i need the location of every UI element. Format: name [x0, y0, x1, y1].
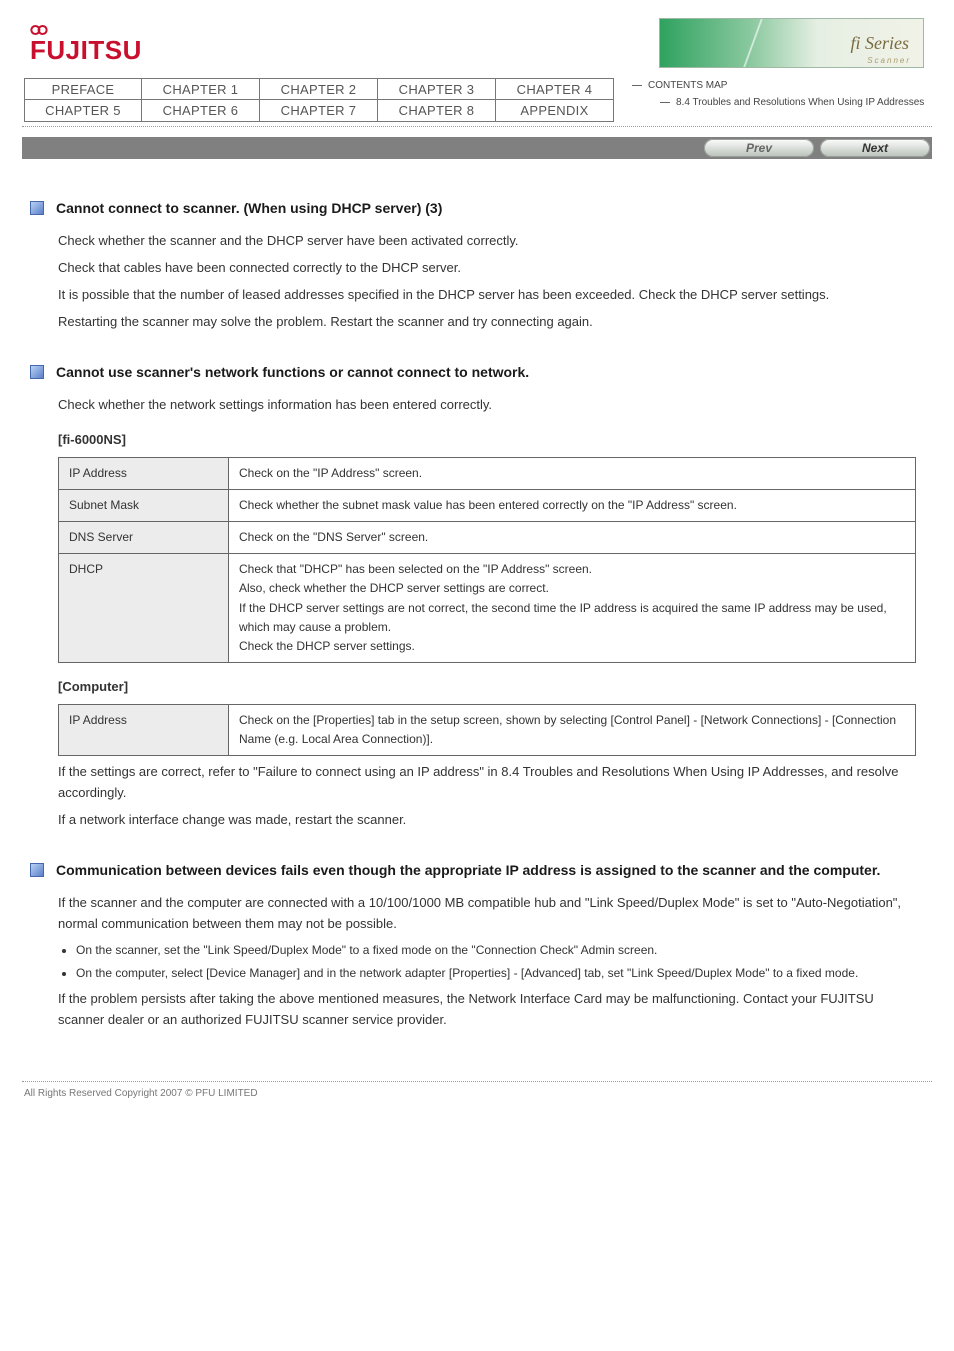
fi-badge-text: fi Series: [851, 33, 910, 54]
table-row: IP Address Check on the [Properties] tab…: [59, 704, 916, 755]
nav-side: CONTENTS MAP 8.4 Troubles and Resolution…: [632, 80, 924, 108]
section-3-heading: Communication between devices fails even…: [30, 859, 906, 881]
section-1-title: Cannot connect to scanner. (When using D…: [56, 197, 442, 219]
cell-label: IP Address: [59, 457, 229, 489]
cell-value: Check whether the subnet mask value has …: [229, 489, 916, 521]
section-3-p2: If the problem persists after taking the…: [58, 989, 906, 1031]
prev-button[interactable]: Prev: [704, 139, 814, 157]
section-2-heading: Cannot use scanner's network functions o…: [30, 361, 906, 383]
nav-side-sub-label: 8.4 Troubles and Resolutions When Using …: [676, 97, 924, 108]
section-2-sub1: [fi-6000NS]: [58, 430, 906, 451]
nav-wrap: PREFACE CHAPTER 1 CHAPTER 2 CHAPTER 3 CH…: [0, 78, 954, 127]
section-2-p3: If a network interface change was made, …: [58, 810, 906, 831]
list-item: On the scanner, set the "Link Speed/Dupl…: [76, 941, 906, 960]
square-bullet-icon: [30, 863, 44, 877]
section-2-p1: Check whether the network settings infor…: [58, 395, 906, 416]
cell-label: Subnet Mask: [59, 489, 229, 521]
cell-value: Check on the "IP Address" screen.: [229, 457, 916, 489]
nav-row-1: PREFACE CHAPTER 1 CHAPTER 2 CHAPTER 3 CH…: [24, 78, 624, 100]
list-item: On the computer, select [Device Manager]…: [76, 964, 906, 983]
tab-chapter-8[interactable]: CHAPTER 8: [378, 100, 496, 122]
pagination-bar: Prev Next: [22, 137, 932, 159]
page-content: Cannot connect to scanner. (When using D…: [0, 159, 954, 1057]
tab-chapter-4[interactable]: CHAPTER 4: [496, 78, 614, 100]
square-bullet-icon: [30, 201, 44, 215]
table-row: Subnet Mask Check whether the subnet mas…: [59, 489, 916, 521]
divider-dotted-top: [22, 126, 932, 127]
page-header: FUJITSU fi Series Scanner: [0, 0, 954, 68]
square-bullet-icon: [30, 365, 44, 379]
cell-value: Check on the "DNS Server" screen.: [229, 521, 916, 553]
fi-series-badge: fi Series Scanner: [659, 18, 924, 68]
section-1-p4: Restarting the scanner may solve the pro…: [58, 312, 906, 333]
section-1-heading: Cannot connect to scanner. (When using D…: [30, 197, 906, 219]
cell-label: IP Address: [59, 704, 229, 755]
fi-badge-subtext: Scanner: [867, 56, 911, 65]
nav-side-contents-map[interactable]: CONTENTS MAP: [632, 80, 924, 91]
table-computer: IP Address Check on the [Properties] tab…: [58, 704, 916, 756]
section-1-p1: Check whether the scanner and the DHCP s…: [58, 231, 906, 252]
tab-appendix[interactable]: APPENDIX: [496, 100, 614, 122]
tab-chapter-3[interactable]: CHAPTER 3: [378, 78, 496, 100]
logo-text: FUJITSU: [30, 35, 142, 66]
section-3-title: Communication between devices fails even…: [56, 859, 880, 881]
section-1-p2: Check that cables have been connected co…: [58, 258, 906, 279]
table-row: IP Address Check on the "IP Address" scr…: [59, 457, 916, 489]
cell-label: DHCP: [59, 554, 229, 663]
cell-value: Check that "DHCP" has been selected on t…: [229, 554, 916, 663]
section-3-p1: If the scanner and the computer are conn…: [58, 893, 906, 935]
tab-chapter-5[interactable]: CHAPTER 5: [24, 100, 142, 122]
section-3-list: On the scanner, set the "Link Speed/Dupl…: [76, 941, 906, 983]
next-button[interactable]: Next: [820, 139, 930, 157]
tab-chapter-2[interactable]: CHAPTER 2: [260, 78, 378, 100]
divider-dotted-bottom: [22, 1081, 932, 1082]
section-2-sub2: [Computer]: [58, 677, 906, 698]
section-2-p2: If the settings are correct, refer to "F…: [58, 762, 906, 804]
cell-value: Check on the [Properties] tab in the set…: [229, 704, 916, 755]
section-1-p3: It is possible that the number of leased…: [58, 285, 906, 306]
tab-chapter-6[interactable]: CHAPTER 6: [142, 100, 260, 122]
nav-side-top-label: CONTENTS MAP: [648, 80, 727, 91]
tab-chapter-1[interactable]: CHAPTER 1: [142, 78, 260, 100]
nav-side-section-link[interactable]: 8.4 Troubles and Resolutions When Using …: [660, 97, 924, 108]
footer-copyright: All Rights Reserved Copyright 2007 © PFU…: [24, 1088, 954, 1099]
section-2-title: Cannot use scanner's network functions o…: [56, 361, 529, 383]
cell-label: DNS Server: [59, 521, 229, 553]
nav-row-2: CHAPTER 5 CHAPTER 6 CHAPTER 7 CHAPTER 8 …: [24, 100, 624, 122]
table-row: DHCP Check that "DHCP" has been selected…: [59, 554, 916, 663]
fujitsu-logo: FUJITSU: [30, 21, 142, 66]
table-row: DNS Server Check on the "DNS Server" scr…: [59, 521, 916, 553]
tab-preface[interactable]: PREFACE: [24, 78, 142, 100]
table-fi6000ns: IP Address Check on the "IP Address" scr…: [58, 457, 916, 664]
tab-chapter-7[interactable]: CHAPTER 7: [260, 100, 378, 122]
